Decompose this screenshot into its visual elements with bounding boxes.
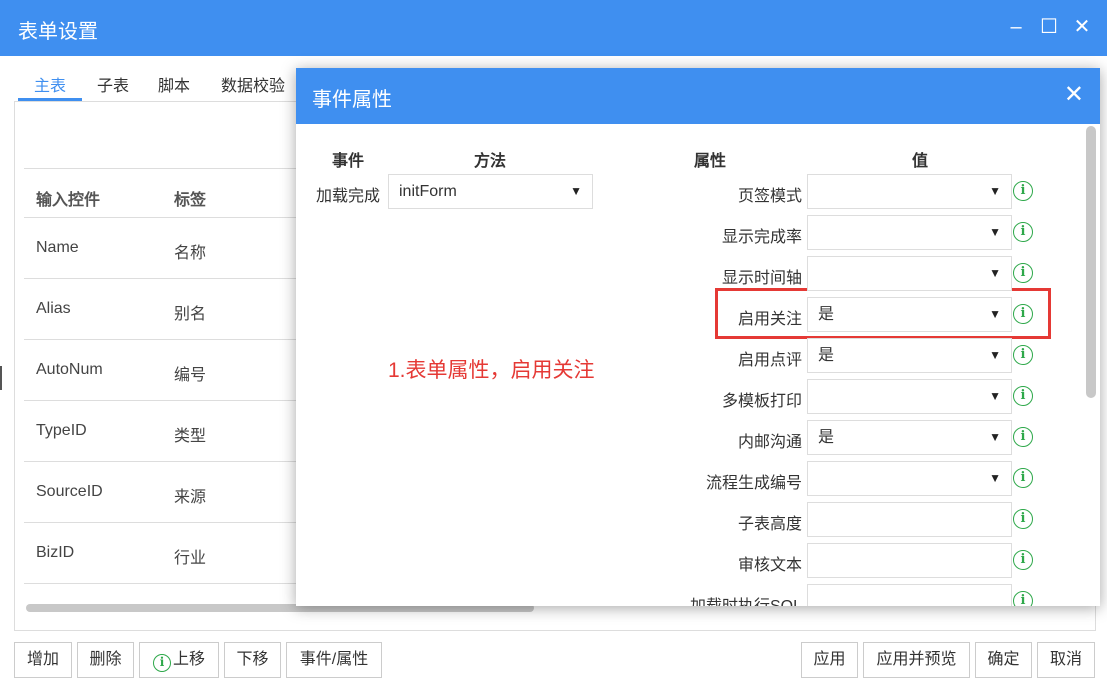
cell-control: Alias [36,300,71,317]
cell-control: Name [36,239,79,256]
info-icon[interactable]: i [1013,386,1033,406]
move-up-button[interactable]: i 上移 [139,642,219,678]
dialog-close-icon[interactable]: ✕ [1064,82,1084,108]
info-icon[interactable]: i [1013,263,1033,283]
prop-text-input[interactable] [807,543,1012,578]
chevron-down-icon: ▼ [570,184,582,198]
prop-select[interactable]: 是 ▼ [807,420,1012,455]
prop-label-enable-follow: 启用关注 [737,311,802,328]
tab-script[interactable]: 脚本 [158,72,190,96]
info-icon: i [152,654,171,672]
info-icon[interactable]: i [1013,222,1033,242]
prop-value: 是 [818,429,835,446]
window-title-bar: 表单设置 – ☐ ✕ [0,0,1107,56]
cancel-button[interactable]: 取消 [1037,642,1095,678]
prop-text-input[interactable] [807,502,1012,537]
info-icon[interactable]: i [1013,427,1033,447]
prop-label: 流程生成编号 [705,475,802,492]
method-value: initForm [399,183,457,200]
table-row[interactable]: AutoNum 编号 [24,340,304,401]
cell-label: 名称 [174,245,207,262]
apply-preview-button[interactable]: 应用并预览 [863,642,970,678]
chevron-down-icon: ▼ [989,266,1001,280]
event-property-dialog: 事件属性 ✕ 事件 方法 属性 值 加载完成 initForm ▼ 1.表单属性… [296,68,1100,606]
window-title: 表单设置 [18,21,98,43]
header-value: 值 [912,153,929,170]
prop-value: 是 [818,306,835,323]
prop-select[interactable]: 是 ▼ [807,338,1012,373]
delete-button[interactable]: 删除 [77,642,134,678]
table-row[interactable]: Alias 别名 [24,279,304,340]
annotation-text: 1.表单属性，启用关注 [388,359,595,382]
close-icon[interactable]: ✕ [1070,14,1094,40]
header-method: 方法 [474,153,507,170]
tab-validation[interactable]: 数据校验 [221,72,285,96]
dialog-title: 事件属性 [312,89,392,111]
prop-label: 审核文本 [737,557,802,574]
prop-label: 内邮沟通 [737,434,802,451]
info-icon[interactable]: i [1013,468,1033,488]
cell-label: 编号 [174,367,207,384]
info-icon[interactable]: i [1013,345,1033,365]
prop-label: 加载时执行SQL [592,592,802,606]
info-icon[interactable]: i [1013,591,1033,606]
cell-control: TypeID [36,422,87,439]
chevron-down-icon: ▼ [989,348,1001,362]
header-event: 事件 [332,153,365,170]
tab-subtable[interactable]: 子表 [97,72,129,96]
chevron-down-icon: ▼ [989,307,1001,321]
ok-button[interactable]: 确定 [975,642,1032,678]
cell-control: BizID [36,544,75,561]
prop-value: 是 [818,347,835,364]
chevron-down-icon: ▼ [989,389,1001,403]
tab-main[interactable]: 主表 [34,72,66,96]
prop-select[interactable]: ▼ [807,256,1012,291]
prop-label: 启用点评 [737,352,802,369]
chevron-down-icon: ▼ [989,471,1001,485]
info-icon[interactable]: i [1013,181,1033,201]
prop-label: 页签模式 [737,188,802,205]
prop-select[interactable]: ▼ [807,379,1012,414]
enable-follow-select[interactable]: 是 ▼ [807,297,1012,332]
event-label: 加载完成 [316,188,381,205]
events-properties-button[interactable]: 事件/属性 [286,642,382,678]
method-select[interactable]: initForm ▼ [388,174,593,209]
cell-label: 类型 [174,428,207,445]
add-button[interactable]: 增加 [14,642,72,678]
move-up-label: 上移 [172,651,205,668]
table-row[interactable]: TypeID 类型 [24,401,304,462]
info-icon[interactable]: i [1013,304,1033,324]
maximize-icon[interactable]: ☐ [1037,14,1061,40]
prop-select[interactable]: ▼ [807,174,1012,209]
chevron-down-icon: ▼ [989,184,1001,198]
vertical-scrollbar[interactable] [1086,126,1096,398]
text-cursor [0,366,2,390]
apply-button[interactable]: 应用 [801,642,858,678]
prop-select[interactable]: ▼ [807,461,1012,496]
prop-label: 显示完成率 [721,229,802,246]
cell-label: 别名 [174,306,207,323]
prop-select[interactable]: ▼ [807,215,1012,250]
move-down-button[interactable]: 下移 [224,642,281,678]
table-row[interactable]: BizID 行业 [24,523,304,584]
prop-label: 显示时间轴 [721,270,802,287]
header-property: 属性 [694,153,727,170]
dialog-title-bar: 事件属性 ✕ [296,68,1100,124]
minimize-icon[interactable]: – [1004,14,1028,40]
prop-label: 子表高度 [737,516,802,533]
prop-label: 多模板打印 [721,393,802,410]
info-icon[interactable]: i [1013,509,1033,529]
cell-control: SourceID [36,483,103,500]
cell-control: AutoNum [36,361,103,378]
info-icon[interactable]: i [1013,550,1033,570]
chevron-down-icon: ▼ [989,225,1001,239]
grid-header-row [24,157,304,218]
chevron-down-icon: ▼ [989,430,1001,444]
cell-label: 行业 [174,550,207,567]
cell-label: 来源 [174,489,207,506]
table-row[interactable]: Name 名称 [24,218,304,279]
table-row[interactable]: SourceID 来源 [24,462,304,523]
prop-text-input[interactable] [807,584,1012,606]
